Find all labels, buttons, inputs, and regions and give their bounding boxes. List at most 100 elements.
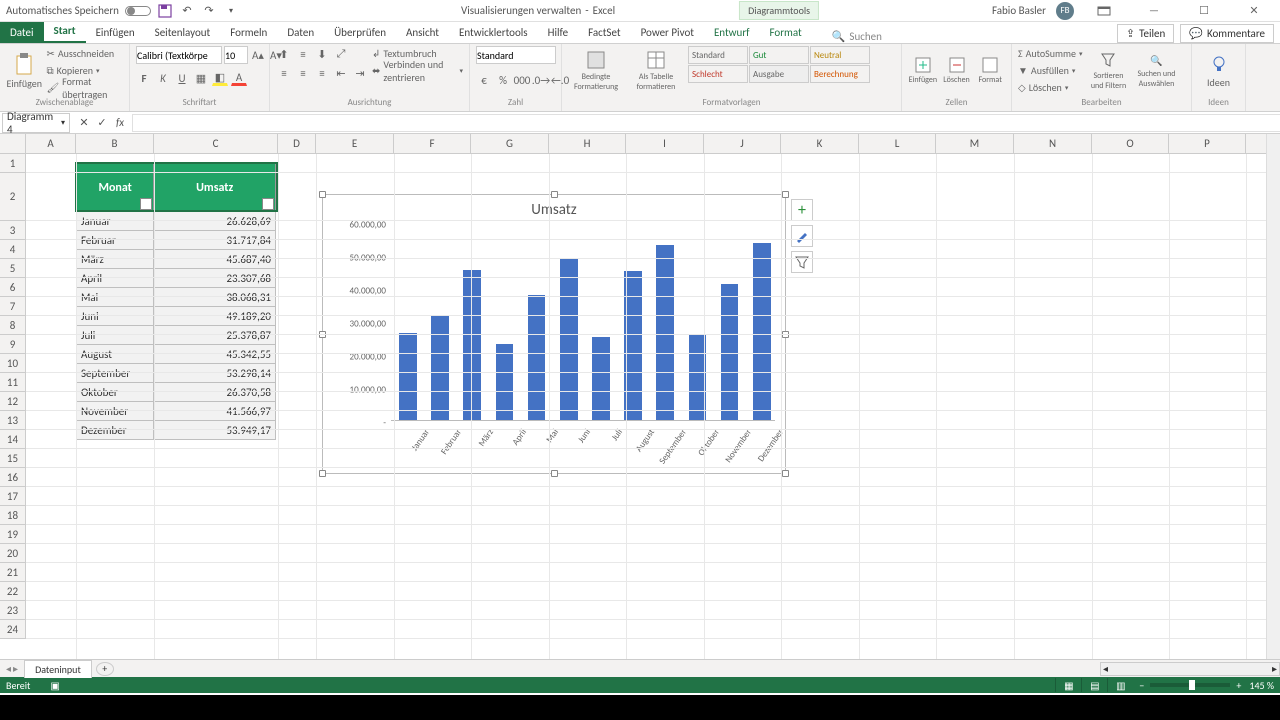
percent-icon[interactable]: % xyxy=(495,72,511,88)
maximize-icon[interactable]: ☐ xyxy=(1184,2,1224,20)
indent-out-icon[interactable]: ⇤ xyxy=(333,65,349,81)
tab-help[interactable]: Hilfe xyxy=(538,22,578,43)
fill-button[interactable]: ▼Ausfüllen▾ xyxy=(1018,63,1082,78)
tab-review[interactable]: Überprüfen xyxy=(324,22,396,43)
currency-icon[interactable]: € xyxy=(476,72,492,88)
tab-factset[interactable]: FactSet xyxy=(578,22,631,43)
sheet-next-icon[interactable]: ▸ xyxy=(13,662,18,675)
close-icon[interactable]: ✕ xyxy=(1234,2,1274,20)
tab-view[interactable]: Ansicht xyxy=(396,22,449,43)
font-size-select[interactable] xyxy=(224,46,248,64)
italic-button[interactable]: K xyxy=(155,70,171,86)
delete-cells-button[interactable]: Löschen xyxy=(942,46,972,96)
row-header[interactable]: 10 xyxy=(0,354,25,373)
search-box[interactable]: 🔍 Suchen xyxy=(832,30,882,43)
autosave-toggle[interactable] xyxy=(125,6,151,16)
tab-insert[interactable]: Einfügen xyxy=(86,22,145,43)
font-color-button[interactable]: A xyxy=(231,70,247,86)
tab-design[interactable]: Entwurf xyxy=(704,22,760,43)
align-left-icon[interactable]: ≡ xyxy=(276,65,292,81)
row-header[interactable]: 21 xyxy=(0,563,25,582)
row-header[interactable]: 6 xyxy=(0,278,25,297)
qa-dropdown-icon[interactable]: ▾ xyxy=(223,3,239,19)
select-all-corner[interactable] xyxy=(0,134,26,154)
ribbon-opts-icon[interactable] xyxy=(1084,2,1124,20)
fx-icon[interactable]: fx xyxy=(112,115,128,131)
sheet-prev-icon[interactable]: ◂ xyxy=(6,662,11,675)
col-header[interactable]: N xyxy=(1014,134,1092,153)
undo-icon[interactable]: ↶ xyxy=(179,3,195,19)
col-header[interactable]: H xyxy=(549,134,626,153)
cancel-fx-icon[interactable]: ✕ xyxy=(76,115,92,131)
row-header[interactable]: 2 xyxy=(0,173,25,221)
tab-pagelayout[interactable]: Seitenlayout xyxy=(145,22,221,43)
tab-dev[interactable]: Entwicklertools xyxy=(449,22,538,43)
underline-button[interactable]: U xyxy=(174,70,190,86)
style-calc[interactable]: Berechnung xyxy=(810,65,870,83)
enter-fx-icon[interactable]: ✓ xyxy=(94,115,110,131)
zoom-out-icon[interactable]: − xyxy=(1139,679,1144,692)
row-header[interactable]: 22 xyxy=(0,582,25,601)
row-header[interactable]: 16 xyxy=(0,468,25,487)
add-sheet-button[interactable]: + xyxy=(96,662,114,676)
redo-icon[interactable]: ↷ xyxy=(201,3,217,19)
row-header[interactable]: 4 xyxy=(0,240,25,259)
inc-decimal-icon[interactable]: .0→ xyxy=(533,72,549,88)
ideas-button[interactable]: Ideen xyxy=(1198,46,1239,96)
formula-input[interactable] xyxy=(132,114,1280,132)
style-neutral[interactable]: Neutral xyxy=(810,46,870,64)
style-output[interactable]: Ausgabe xyxy=(749,65,809,83)
table-format-button[interactable]: Als Tabelle formatieren xyxy=(628,46,684,96)
comments-button[interactable]: 💬Kommentare xyxy=(1180,24,1274,43)
sort-filter-button[interactable]: Sortieren und Filtern xyxy=(1086,46,1130,96)
autosum-button[interactable]: ΣAutoSumme▾ xyxy=(1018,46,1082,61)
align-right-icon[interactable]: ≡ xyxy=(314,65,330,81)
style-good[interactable]: Gut xyxy=(749,46,809,64)
col-header[interactable]: D xyxy=(278,134,316,153)
vertical-scrollbar[interactable] xyxy=(1266,134,1280,659)
zoom-in-icon[interactable]: + xyxy=(1236,679,1241,692)
format-cells-button[interactable]: Format xyxy=(975,46,1005,96)
indent-in-icon[interactable]: ⇥ xyxy=(352,65,368,81)
zoom-slider[interactable] xyxy=(1150,683,1230,687)
tab-start[interactable]: Start xyxy=(44,20,86,43)
style-standard[interactable]: Standard xyxy=(688,46,748,64)
col-header[interactable]: E xyxy=(316,134,394,153)
row-header[interactable]: 19 xyxy=(0,525,25,544)
align-bot-icon[interactable]: ⬇ xyxy=(314,46,330,62)
cell-styles[interactable]: Standard Gut Neutral Schlecht Ausgabe Be… xyxy=(688,46,870,83)
tab-file[interactable]: Datei xyxy=(0,22,44,43)
format-painter-button[interactable]: 🖌Format übertragen xyxy=(46,80,123,95)
col-header[interactable]: O xyxy=(1092,134,1169,153)
row-header[interactable]: 13 xyxy=(0,411,25,430)
view-normal-icon[interactable]: ▦ xyxy=(1055,678,1081,692)
align-top-icon[interactable]: ⬆ xyxy=(276,46,292,62)
col-header[interactable]: B xyxy=(76,134,154,153)
col-header[interactable]: I xyxy=(626,134,704,153)
view-pagelayout-icon[interactable]: ▤ xyxy=(1081,678,1107,692)
font-name-select[interactable] xyxy=(136,46,222,64)
col-header[interactable]: F xyxy=(394,134,471,153)
tab-powerpivot[interactable]: Power Pivot xyxy=(631,22,704,43)
tab-formulas[interactable]: Formeln xyxy=(220,22,277,43)
row-header[interactable]: 15 xyxy=(0,449,25,468)
row-header[interactable]: 17 xyxy=(0,487,25,506)
name-box[interactable]: Diagramm 4 ▾ xyxy=(2,113,70,133)
style-bad[interactable]: Schlecht xyxy=(688,65,748,83)
col-header[interactable]: A xyxy=(26,134,76,153)
align-mid-icon[interactable]: ≡ xyxy=(295,46,311,62)
row-header[interactable]: 11 xyxy=(0,373,25,392)
find-select-button[interactable]: 🔍Suchen und Auswählen xyxy=(1134,46,1178,96)
zoom-level[interactable]: 145 % xyxy=(1249,679,1274,692)
worksheet-grid[interactable]: ABCDEFGHIJKLMNOP 12345678910111213141516… xyxy=(0,134,1280,659)
orient-icon[interactable]: ⤢ xyxy=(333,46,349,62)
merge-button[interactable]: ⬌Verbinden und zentrieren▾ xyxy=(372,63,463,78)
row-header[interactable]: 14 xyxy=(0,430,25,449)
align-center-icon[interactable]: ≡ xyxy=(295,65,311,81)
fill-color-button[interactable]: ◧ xyxy=(212,70,228,86)
save-icon[interactable] xyxy=(157,3,173,19)
row-header[interactable]: 9 xyxy=(0,335,25,354)
number-format-select[interactable] xyxy=(476,46,556,64)
col-header[interactable]: K xyxy=(781,134,859,153)
thousand-icon[interactable]: 000 xyxy=(514,72,530,88)
